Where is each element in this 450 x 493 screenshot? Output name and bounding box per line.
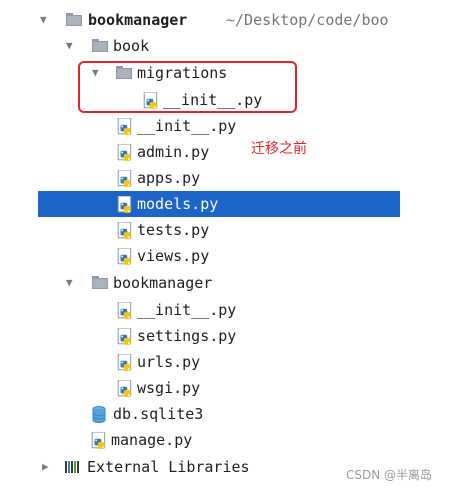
tree-row-db[interactable]: db.sqlite3 — [0, 401, 450, 427]
tree-row-package-init[interactable]: __init__.py — [0, 297, 450, 323]
tree-row-settings[interactable]: settings.py — [0, 323, 450, 349]
database-icon — [92, 406, 106, 423]
python-file-icon — [117, 118, 132, 136]
file-label: db.sqlite3 — [113, 405, 204, 423]
file-label: tests.py — [137, 221, 210, 239]
file-label: models.py — [137, 195, 219, 213]
tree-row-book-init[interactable]: __init__.py — [0, 113, 450, 139]
folder-label: External Libraries — [87, 458, 250, 476]
file-label: wsgi.py — [137, 379, 201, 397]
tree-row-book[interactable]: ▼ book — [0, 33, 450, 59]
tree-row-admin[interactable]: admin.py — [0, 139, 450, 165]
file-label: apps.py — [137, 169, 201, 187]
tree-row-apps[interactable]: apps.py — [0, 165, 450, 191]
tree-row-manage[interactable]: manage.py — [0, 427, 450, 453]
libraries-icon — [65, 461, 79, 473]
file-label: views.py — [137, 247, 210, 265]
highlight-box — [78, 61, 297, 113]
folder-icon — [92, 276, 108, 289]
python-file-icon — [117, 196, 132, 214]
watermark: CSDN @半离岛 — [345, 468, 432, 482]
project-path: ~/Desktop/code/boo — [226, 11, 389, 29]
file-label: admin.py — [137, 143, 210, 161]
folder-label: bookmanager — [113, 274, 213, 292]
file-label: __init__.py — [137, 117, 237, 135]
tree-row-views[interactable]: views.py — [0, 243, 450, 269]
python-file-icon — [91, 432, 106, 450]
chevron-down-icon[interactable]: ▼ — [40, 13, 47, 27]
annotation-text: 迁移之前 — [251, 141, 307, 157]
python-file-icon — [117, 248, 132, 266]
folder-label: book — [113, 37, 150, 55]
folder-icon — [92, 39, 108, 52]
python-file-icon — [117, 170, 132, 188]
python-file-icon — [117, 144, 132, 162]
python-file-icon — [117, 380, 132, 398]
tree-row-root[interactable]: ▼ bookmanager ~/Desktop/code/boo — [0, 7, 450, 33]
python-file-icon — [117, 354, 132, 372]
file-label: manage.py — [111, 431, 193, 449]
python-file-icon — [117, 328, 132, 346]
tree-row-models[interactable]: models.py — [38, 191, 400, 217]
file-label: settings.py — [137, 327, 237, 345]
chevron-right-icon[interactable]: ▶ — [42, 460, 49, 474]
file-label: urls.py — [137, 353, 201, 371]
chevron-down-icon[interactable]: ▼ — [66, 39, 73, 53]
tree-row-bookmanager-package[interactable]: ▼ bookmanager — [0, 270, 450, 296]
tree-row-urls[interactable]: urls.py — [0, 349, 450, 375]
python-file-icon — [117, 222, 132, 240]
python-file-icon — [117, 302, 132, 320]
chevron-down-icon[interactable]: ▼ — [66, 276, 73, 290]
tree-row-wsgi[interactable]: wsgi.py — [0, 375, 450, 401]
file-label: __init__.py — [137, 301, 237, 319]
project-name: bookmanager — [88, 11, 188, 29]
tree-row-tests[interactable]: tests.py — [0, 217, 450, 243]
folder-icon — [66, 13, 82, 26]
